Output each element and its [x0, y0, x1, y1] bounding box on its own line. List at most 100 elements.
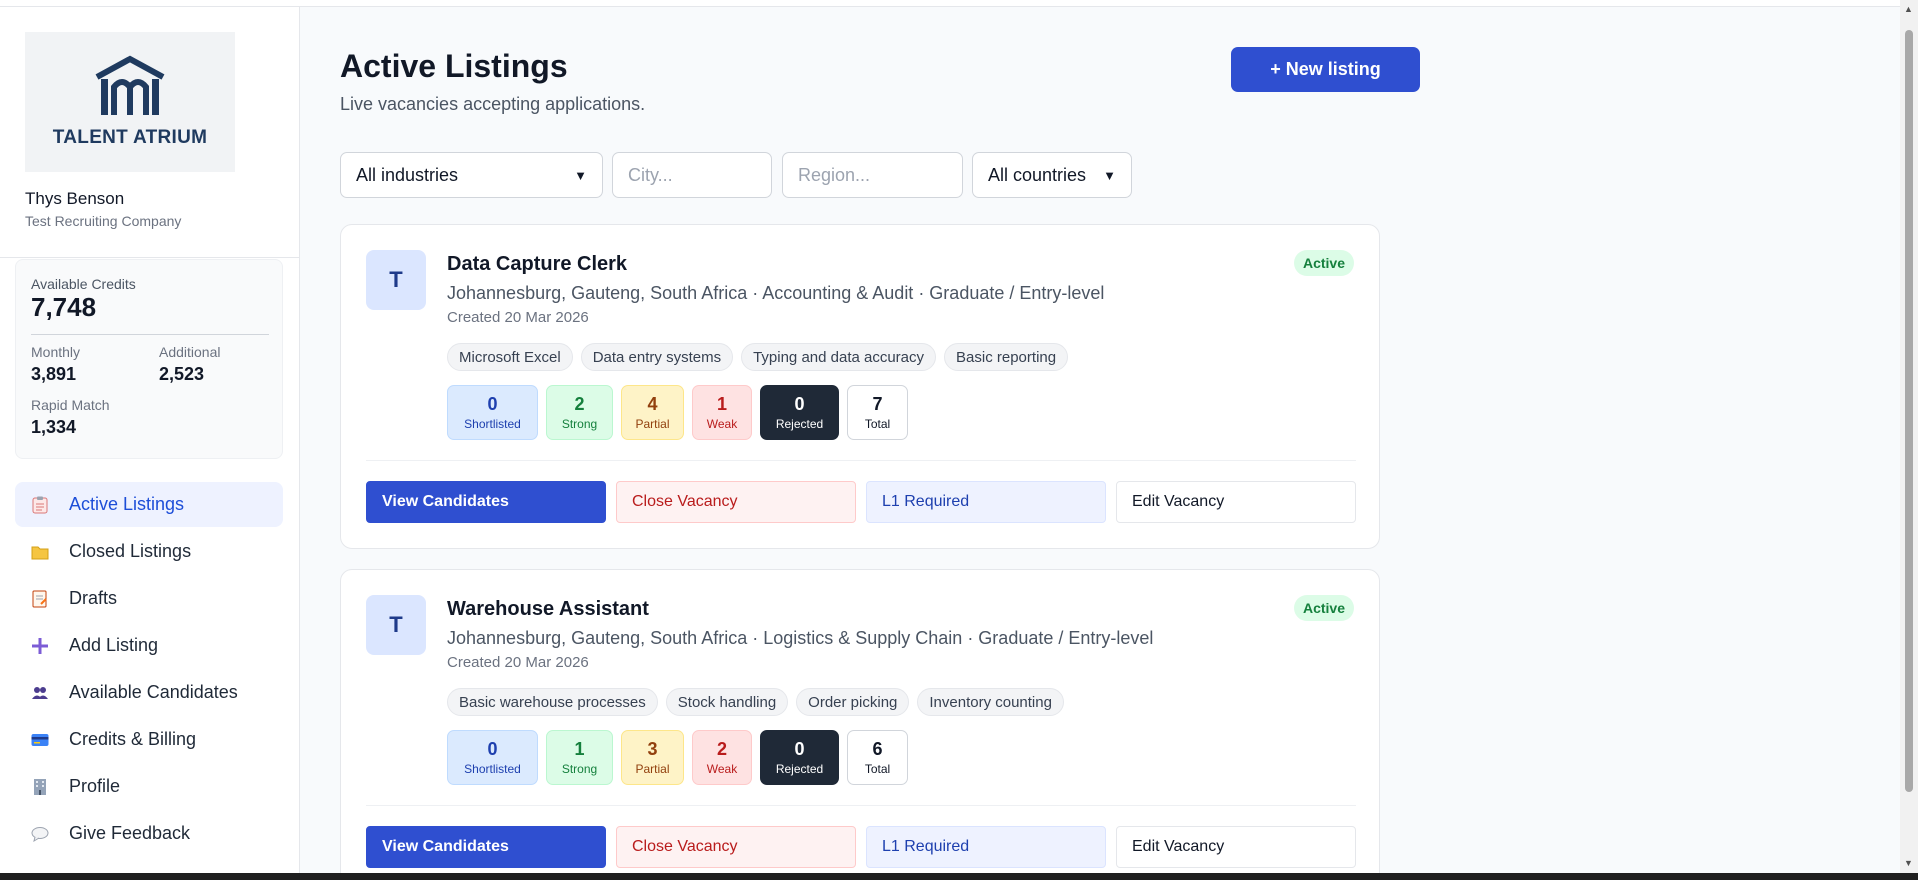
scroll-down-arrow-icon[interactable]: ▼: [1904, 858, 1913, 868]
l1-required-button[interactable]: L1 Required: [866, 826, 1106, 868]
office-building-icon: [30, 777, 50, 797]
listing-card: T Warehouse Assistant Johannesburg, Gaut…: [340, 569, 1380, 880]
stat-weak[interactable]: 2 Weak: [692, 730, 752, 785]
folder-icon: [30, 542, 50, 562]
available-credits-value: 7,748: [31, 292, 97, 322]
edit-vacancy-button[interactable]: Edit Vacancy: [1116, 826, 1356, 868]
page-subtitle: Live vacancies accepting applications.: [340, 94, 646, 114]
monthly-value: 3,891: [31, 364, 77, 384]
stat-label: Shortlisted: [464, 761, 521, 776]
company-logo: TALENT ATRIUM: [25, 32, 235, 172]
stat-label: Rejected: [775, 416, 824, 431]
vertical-scrollbar[interactable]: ▲ ▼: [1900, 0, 1918, 873]
sidebar: TALENT ATRIUM Thys Benson Test Recruitin…: [0, 7, 300, 873]
listing-avatar: T: [366, 595, 426, 655]
job-created-date: Created 20 Mar 2026: [447, 309, 589, 326]
divider: [31, 334, 269, 335]
listing-avatar: T: [366, 250, 426, 310]
job-created-date: Created 20 Mar 2026: [447, 654, 589, 671]
job-title[interactable]: Warehouse Assistant: [447, 598, 649, 621]
stat-rejected[interactable]: 0 Rejected: [760, 730, 839, 785]
stat-value: 1: [574, 738, 585, 759]
sidebar-item-drafts[interactable]: Drafts: [15, 576, 283, 621]
job-meta: Johannesburg, Gauteng, South Africa · Ac…: [447, 283, 1105, 303]
sidebar-item-label: Closed Listings: [69, 541, 192, 561]
skill-tag: Basic warehouse processes: [447, 688, 658, 716]
stat-value: 0: [487, 738, 498, 759]
stat-value: 0: [794, 738, 805, 759]
sidebar-item-active-listings[interactable]: Active Listings: [15, 482, 283, 527]
sidebar-item-label: Profile: [69, 776, 121, 796]
industry-select[interactable]: All industries ▼: [340, 152, 603, 198]
additional-label: Additional: [159, 344, 221, 360]
stat-label: Weak: [706, 761, 738, 776]
plus-icon: [30, 636, 50, 656]
new-listing-button[interactable]: + New listing: [1231, 47, 1420, 92]
stat-label: Total: [864, 416, 891, 431]
stat-shortlisted[interactable]: 0 Shortlisted: [447, 730, 538, 785]
view-candidates-button[interactable]: View Candidates: [366, 481, 606, 523]
l1-required-button[interactable]: L1 Required: [866, 481, 1106, 523]
listing-actions: View Candidates Close Vacancy L1 Require…: [366, 826, 1356, 868]
sidebar-item-available-candidates[interactable]: Available Candidates: [15, 670, 283, 715]
job-meta: Johannesburg, Gauteng, South Africa · Lo…: [447, 628, 1154, 648]
stat-partial[interactable]: 3 Partial: [621, 730, 684, 785]
clipboard-icon: [30, 495, 50, 515]
scrollbar-thumb[interactable]: [1905, 30, 1913, 792]
speech-bubble-icon: [30, 824, 50, 844]
edit-vacancy-button[interactable]: Edit Vacancy: [1116, 481, 1356, 523]
sidebar-nav: Active Listings Closed Listings Drafts A…: [15, 482, 283, 858]
sidebar-item-profile[interactable]: Profile: [15, 764, 283, 809]
city-input[interactable]: [612, 152, 772, 198]
industry-select-value: All industries: [356, 164, 459, 185]
stat-value: 3: [647, 738, 658, 759]
stat-label: Weak: [706, 416, 738, 431]
close-vacancy-button[interactable]: Close Vacancy: [616, 481, 856, 523]
stat-label: Strong: [561, 761, 598, 776]
stat-label: Partial: [635, 761, 670, 776]
rapid-match-value: 1,334: [31, 417, 77, 437]
sidebar-item-label: Active Listings: [69, 494, 185, 514]
building-icon: [95, 55, 165, 115]
sidebar-item-credits-billing[interactable]: Credits & Billing: [15, 717, 283, 762]
country-select[interactable]: All countries ▼: [972, 152, 1132, 198]
chevron-down-icon: ▼: [574, 167, 587, 183]
stat-strong[interactable]: 2 Strong: [546, 385, 613, 440]
region-input[interactable]: [782, 152, 963, 198]
view-candidates-button[interactable]: View Candidates: [366, 826, 606, 868]
status-badge: Active: [1293, 595, 1354, 621]
stat-value: 2: [716, 738, 727, 759]
region-field[interactable]: [798, 164, 947, 186]
city-field[interactable]: [628, 164, 756, 186]
stat-shortlisted[interactable]: 0 Shortlisted: [447, 385, 538, 440]
stat-label: Total: [864, 761, 891, 776]
stat-partial[interactable]: 4 Partial: [621, 385, 684, 440]
stat-label: Strong: [561, 416, 598, 431]
listing-actions: View Candidates Close Vacancy L1 Require…: [366, 481, 1356, 523]
close-vacancy-button[interactable]: Close Vacancy: [616, 826, 856, 868]
sidebar-item-add-listing[interactable]: Add Listing: [15, 623, 283, 668]
job-title[interactable]: Data Capture Clerk: [447, 253, 627, 276]
sidebar-item-label: Drafts: [69, 588, 118, 608]
rapid-match-label: Rapid Match: [31, 397, 110, 413]
stat-value: 4: [647, 393, 658, 414]
stat-value: 2: [574, 393, 585, 414]
sidebar-item-label: Credits & Billing: [69, 729, 197, 749]
scroll-up-arrow-icon[interactable]: ▲: [1904, 4, 1913, 14]
stat-strong[interactable]: 1 Strong: [546, 730, 613, 785]
stat-rejected[interactable]: 0 Rejected: [760, 385, 839, 440]
skill-tag: Inventory counting: [917, 688, 1064, 716]
people-icon: [30, 683, 50, 703]
stat-total[interactable]: 6 Total: [847, 730, 908, 785]
monthly-label: Monthly: [31, 344, 81, 360]
sidebar-item-closed-listings[interactable]: Closed Listings: [15, 529, 283, 574]
memo-icon: [30, 589, 50, 609]
stat-weak[interactable]: 1 Weak: [692, 385, 752, 440]
candidate-stats: 0 Shortlisted 1 Strong 3 Partial 2 Weak 0 Rej…: [447, 730, 908, 785]
stat-value: 6: [872, 738, 883, 759]
skill-tags: Basic warehouse processes Stock handling…: [447, 688, 1064, 716]
skill-tag: Basic reporting: [944, 343, 1069, 371]
sidebar-item-give-feedback[interactable]: Give Feedback: [15, 811, 283, 856]
stat-value: 7: [872, 393, 883, 414]
stat-total[interactable]: 7 Total: [847, 385, 908, 440]
